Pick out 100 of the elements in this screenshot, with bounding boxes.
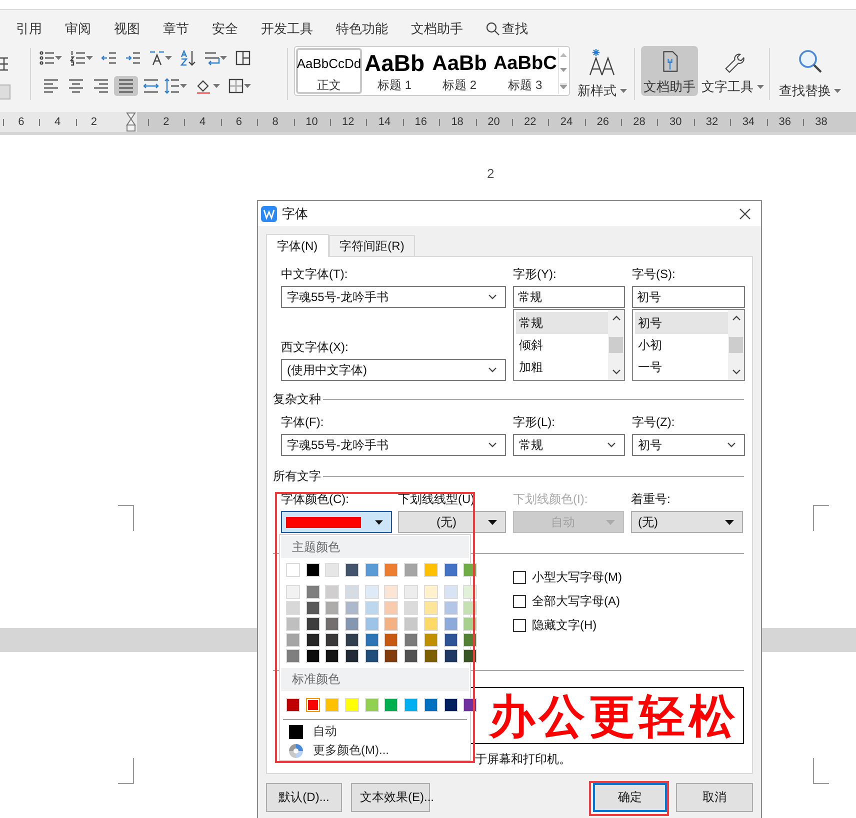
color-swatch[interactable] xyxy=(424,649,438,664)
dropdown[interactable]: 字魂55号-龙吟手书 xyxy=(281,286,506,308)
list-option[interactable]: 一号 xyxy=(635,356,728,378)
color-swatch[interactable] xyxy=(444,585,458,600)
dropdown-arrow-icon[interactable] xyxy=(375,520,383,524)
color-swatch[interactable] xyxy=(306,585,320,600)
dropdown[interactable]: 初号 xyxy=(632,434,745,456)
color-swatch[interactable] xyxy=(286,649,300,664)
chevron-down-icon[interactable] xyxy=(488,367,497,373)
color-swatch[interactable] xyxy=(364,649,379,664)
color-swatch[interactable] xyxy=(384,698,398,712)
expand-gallery-icon[interactable] xyxy=(560,82,568,89)
color-swatch[interactable] xyxy=(345,601,360,616)
color-swatch[interactable] xyxy=(306,649,320,664)
color-swatch[interactable] xyxy=(404,563,418,578)
list-option[interactable]: 加粗 xyxy=(516,356,608,378)
toolbar-button[interactable]: 新样式 xyxy=(576,46,628,100)
color-swatch[interactable] xyxy=(345,617,360,632)
color-swatch[interactable] xyxy=(404,617,418,632)
color-swatch[interactable] xyxy=(404,649,418,664)
color-swatch[interactable] xyxy=(325,698,340,712)
scroll-down-icon[interactable] xyxy=(732,369,740,375)
color-swatch[interactable] xyxy=(384,617,398,632)
color-swatch[interactable] xyxy=(364,563,379,578)
color-swatch[interactable] xyxy=(306,617,320,632)
color-swatch[interactable] xyxy=(444,601,458,616)
menu-tab[interactable]: 视图 xyxy=(114,20,140,38)
dropdown[interactable]: (无) xyxy=(631,511,743,533)
color-swatch[interactable] xyxy=(364,601,379,616)
color-swatch[interactable] xyxy=(364,698,379,712)
color-swatch[interactable] xyxy=(444,698,458,712)
color-swatch[interactable] xyxy=(364,585,379,600)
color-swatch[interactable] xyxy=(424,563,438,578)
checkbox-label[interactable]: 小型大写字母(M) xyxy=(532,568,622,586)
menu-tab[interactable]: 特色功能 xyxy=(336,20,388,38)
color-swatch[interactable] xyxy=(286,698,300,712)
checkbox-label[interactable]: 隐藏文字(H) xyxy=(532,616,597,634)
checkbox[interactable] xyxy=(513,570,526,584)
caret-icon[interactable] xyxy=(756,85,764,89)
color-swatch[interactable] xyxy=(404,585,418,600)
color-swatch[interactable] xyxy=(345,698,360,712)
color-swatch[interactable] xyxy=(384,633,398,648)
text-field[interactable]: 初号 xyxy=(632,286,745,308)
chevron-down-icon[interactable] xyxy=(727,442,736,448)
character-spacing-icon[interactable] xyxy=(149,50,165,66)
color-swatch[interactable] xyxy=(306,563,320,578)
menu-tab[interactable]: 审阅 xyxy=(65,20,91,38)
dialog-button[interactable]: 默认(D)... xyxy=(266,783,342,812)
color-swatch[interactable] xyxy=(364,633,379,648)
color-swatch[interactable] xyxy=(325,649,340,664)
color-swatch[interactable] xyxy=(325,585,340,600)
caret-icon[interactable] xyxy=(220,56,227,60)
style-item[interactable]: AaBbCcDd 正文 xyxy=(296,48,362,94)
chevron-down-icon[interactable] xyxy=(488,294,497,300)
color-swatch[interactable] xyxy=(286,617,300,632)
chevron-down-icon[interactable] xyxy=(607,442,616,448)
dropdown-arrow-icon[interactable] xyxy=(725,520,734,524)
border-grid-icon[interactable] xyxy=(228,78,244,94)
bullet-list-icon[interactable] xyxy=(39,50,55,66)
color-swatch[interactable] xyxy=(384,649,398,664)
caret-icon[interactable] xyxy=(244,84,251,88)
checkbox[interactable] xyxy=(513,594,526,608)
search-tab[interactable]: 查找 xyxy=(486,20,528,38)
indent-marker-icon[interactable] xyxy=(126,112,136,132)
dropdown[interactable]: (无) xyxy=(398,511,506,533)
style-item[interactable]: AaBb 标题 2 xyxy=(427,48,492,94)
scroll-up-icon[interactable] xyxy=(732,315,740,321)
scrollbar-thumb[interactable] xyxy=(609,337,623,353)
dropdown[interactable]: (使用中文字体) xyxy=(281,359,506,381)
color-swatch[interactable] xyxy=(404,698,418,712)
color-swatch[interactable] xyxy=(444,633,458,648)
color-swatch[interactable] xyxy=(286,585,300,600)
color-swatch[interactable] xyxy=(444,649,458,664)
caret-icon[interactable] xyxy=(213,84,220,88)
color-swatch[interactable] xyxy=(286,633,300,648)
caret-icon[interactable] xyxy=(86,56,93,60)
toolbar-button[interactable]: 文档助手 xyxy=(641,46,698,96)
line-spacing-icon[interactable] xyxy=(164,78,180,94)
chevron-down-icon[interactable] xyxy=(488,442,497,448)
list-option[interactable]: 小初 xyxy=(635,334,728,356)
list-option[interactable]: 常规 xyxy=(516,312,608,334)
toolbar-button[interactable]: 文字工具 xyxy=(704,46,761,96)
table-grid-icon[interactable] xyxy=(235,50,251,66)
color-swatch[interactable] xyxy=(306,698,320,712)
menu-tab[interactable]: 文档助手 xyxy=(411,20,463,38)
list-option[interactable]: 倾斜 xyxy=(516,334,608,356)
list-option[interactable]: 初号 xyxy=(635,312,728,334)
menu-item[interactable]: 自动 xyxy=(280,722,470,742)
color-swatch[interactable] xyxy=(306,633,320,648)
color-swatch[interactable] xyxy=(424,585,438,600)
sort-icon[interactable] xyxy=(180,50,196,66)
color-swatch[interactable] xyxy=(424,698,438,712)
align-justify-icon[interactable] xyxy=(114,76,138,96)
color-swatch[interactable] xyxy=(325,617,340,632)
list-box[interactable]: 常规 倾斜 加粗 xyxy=(513,309,625,381)
color-swatch[interactable] xyxy=(286,601,300,616)
style-item[interactable]: AaBbC 标题 3 xyxy=(492,48,558,94)
color-swatch[interactable] xyxy=(306,601,320,616)
scrollbar-thumb[interactable] xyxy=(729,337,743,353)
numbered-list-icon[interactable] xyxy=(70,50,86,66)
